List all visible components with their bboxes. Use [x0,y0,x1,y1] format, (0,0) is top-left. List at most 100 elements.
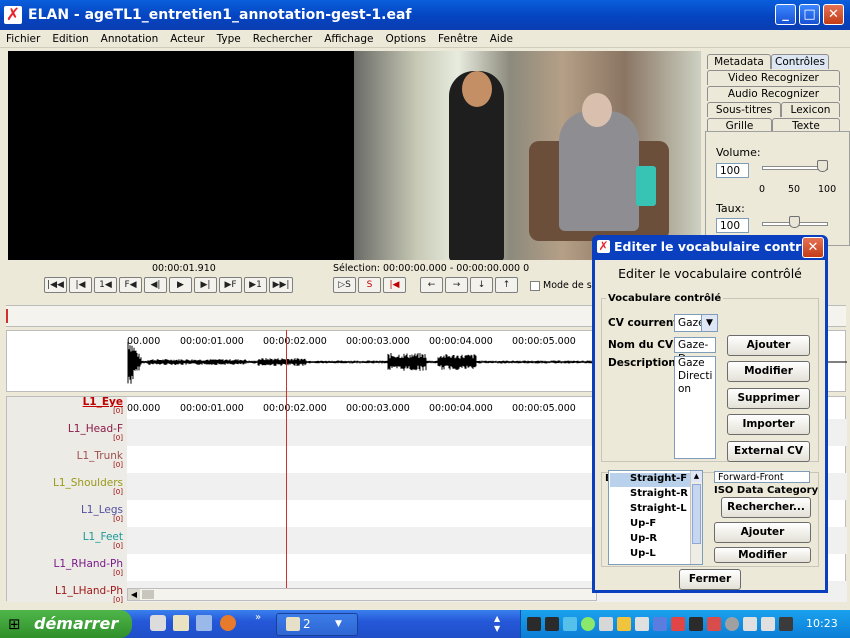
menu-acteur[interactable]: Acteur [170,33,204,45]
menu-annotation[interactable]: Annotation [101,33,159,45]
cv-entries-list[interactable]: Straight-F Straight-R Straight-L Up-F Up… [608,470,703,565]
dialog-close-icon[interactable]: ✕ [802,237,824,258]
scroll-up-icon[interactable]: ▲ [691,471,702,482]
list-item[interactable]: Up-L [630,548,656,559]
volume-input[interactable]: 100 [716,163,749,178]
tray-app-icon[interactable] [779,617,793,631]
tier-count: [0] [113,515,123,523]
list-item[interactable]: Straight-F [630,473,687,484]
tray-app-icon[interactable] [527,617,541,631]
go-to-end-button[interactable]: ▶▶| [269,277,293,293]
menu-affichage[interactable]: Affichage [324,33,373,45]
list-item[interactable]: Up-F [630,518,656,529]
elan-app-icon: ✗ [4,5,22,25]
previous-pixel-button[interactable]: ◀| [144,277,167,293]
close-dialog-button[interactable]: Fermer [679,569,741,590]
list-scroll-thumb[interactable] [692,484,701,544]
tray-security-icon[interactable] [581,617,595,631]
volume-slider-thumb[interactable] [817,160,828,172]
cv-current-select[interactable]: Gaze- [674,314,708,332]
right-arrow-button[interactable]: → [445,277,468,293]
wave-ruler-tick-1: 00:00:01.000 [180,336,244,347]
next-second-button[interactable]: ▶1 [244,277,267,293]
tab-controles[interactable]: Contrôles [771,54,829,69]
quicklaunch-ie-icon[interactable] [150,615,166,631]
list-item[interactable]: Up-R [630,533,657,544]
previous-frame-f-button[interactable]: F◀ [119,277,142,293]
add-entry-button[interactable]: Ajouter [714,522,811,543]
up-arrow-button[interactable]: ↑ [495,277,518,293]
cv-name-input[interactable]: Gaze-D [674,337,716,365]
tray-alert-icon[interactable] [707,617,721,631]
minimize-button[interactable]: _ [775,4,796,25]
next-frame-f-button[interactable]: ▶F [219,277,242,293]
list-scrollbar[interactable]: ▲ [690,471,702,564]
external-cv-button[interactable]: External CV [727,441,810,462]
scroll-left-icon[interactable]: ◀ [128,589,140,600]
go-to-begin-button[interactable]: |◀◀ [44,277,67,293]
left-arrow-button[interactable]: ← [420,277,443,293]
menu-fichier[interactable]: Fichier [6,33,40,45]
quicklaunch-more-icon[interactable]: » [255,612,261,623]
tray-device-icon[interactable] [599,617,613,631]
selection-begin-button[interactable]: |◀ [383,277,406,293]
taux-input[interactable]: 100 [716,218,749,233]
tray-display-icon[interactable] [761,617,775,631]
tray-network-icon[interactable] [563,617,577,631]
tab-metadata[interactable]: Metadata [707,54,771,69]
tab-sous-titres[interactable]: Sous-titres [707,102,781,117]
tray-sync-icon[interactable] [671,617,685,631]
tray-app-icon[interactable] [653,617,667,631]
import-cv-button[interactable]: Importer [727,414,810,435]
windows-logo-icon: ⊞ [8,615,21,633]
menu-options[interactable]: Options [386,33,427,45]
tab-audio-recognizer[interactable]: Audio Recognizer [707,86,840,101]
timeline-scrollbar[interactable]: ◀ [127,588,597,601]
chevron-down-icon[interactable]: ▼ [701,314,718,332]
play-button[interactable]: ▶ [169,277,192,293]
elderly-woman-figure [559,111,639,231]
maximize-button[interactable]: □ [799,4,820,25]
tier-count: [0] [113,434,123,442]
tray-printer-icon[interactable] [635,617,649,631]
quicklaunch-desktop-icon[interactable] [196,615,212,631]
quicklaunch-firefox-icon[interactable] [220,615,236,631]
tray-usb-icon[interactable] [743,617,757,631]
play-selection-button[interactable]: ▷S [333,277,356,293]
taskbar-scroll-icon[interactable]: ▲ ▼ [494,614,504,634]
taux-slider-thumb[interactable] [789,216,800,228]
modify-entry-button[interactable]: Modifier [714,547,811,563]
tab-video-recognizer[interactable]: Video Recognizer [707,70,840,85]
list-item[interactable]: Straight-R [630,488,688,499]
tier-ruler-tick-1: 00:00:01.000 [180,403,244,414]
down-arrow-button[interactable]: ↓ [470,277,493,293]
quicklaunch-explorer-icon[interactable] [173,615,189,631]
menu-aide[interactable]: Aide [490,33,513,45]
menu-type[interactable]: Type [217,33,241,45]
tray-volume-icon[interactable] [725,617,739,631]
iso-data-category-label: ISO Data Category [714,485,819,496]
tray-app-icon[interactable] [545,617,559,631]
tab-lexicon[interactable]: Lexicon [781,102,840,117]
previous-frame-button[interactable]: |◀ [69,277,92,293]
iso-search-button[interactable]: Rechercher... [721,497,811,518]
previous-second-button[interactable]: 1◀ [94,277,117,293]
scroll-thumb[interactable] [142,590,154,599]
clear-selection-button[interactable]: S [358,277,381,293]
tray-app-icon[interactable] [689,617,703,631]
entry-value-input[interactable]: Forward-Front [714,471,810,483]
modify-cv-button[interactable]: Modifier [727,361,810,382]
description-textarea[interactable]: Gaze Direction [674,356,716,459]
video-player[interactable] [354,51,701,260]
menu-edition[interactable]: Edition [52,33,88,45]
list-item[interactable]: Straight-L [630,503,687,514]
menu-fenetre[interactable]: Fenêtre [438,33,478,45]
tray-folder-icon[interactable] [617,617,631,631]
close-button[interactable]: ✕ [823,4,844,25]
next-pixel-button[interactable]: ▶| [194,277,217,293]
menu-rechercher[interactable]: Rechercher [253,33,312,45]
playback-cursor[interactable] [286,330,287,588]
selection-mode-checkbox[interactable] [530,281,540,291]
delete-cv-button[interactable]: Supprimer [727,388,810,409]
add-cv-button[interactable]: Ajouter [727,335,810,356]
